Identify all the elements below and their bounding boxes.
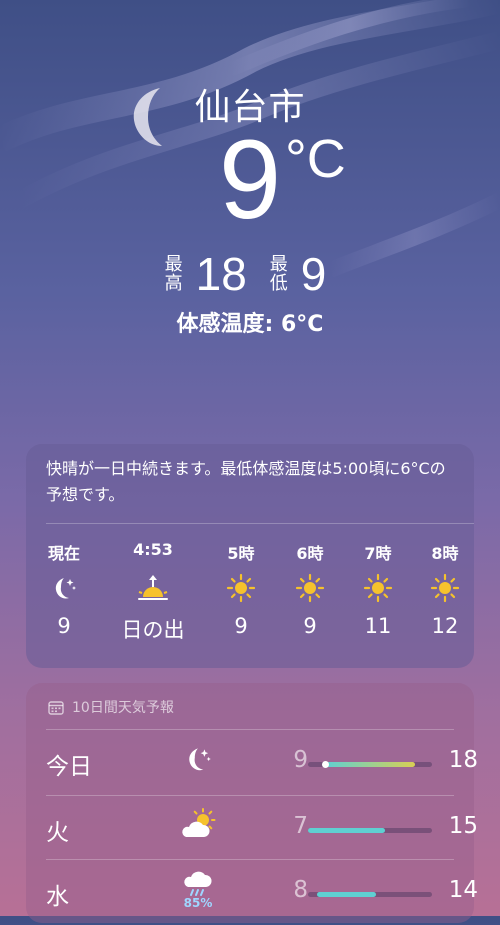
day-label: 火 [46,820,69,846]
ten-day-forecast-card[interactable]: 10日間天気予報 今日 9 18 火 7 15 水 85% 8 14 [26,683,478,925]
cloud-sun-icon [176,805,220,849]
forecast-summary: 快晴が一日中続きます。最低体感温度は5:00頃に6°Cの予想です。 [46,459,446,504]
forecast-header-label: 10日間天気予報 [72,700,174,716]
forecast-header: 10日間天気予報 [48,697,174,717]
forecast-row[interactable]: 水 85% 8 14 [46,861,478,925]
day-label: 今日 [46,754,92,780]
forecast-row[interactable]: 今日 9 18 [46,731,478,795]
precipitation-chance: 85% [183,896,213,910]
day-label: 水 [46,884,69,910]
high-temp: 15 [448,813,478,839]
temp-range-fill [316,892,377,897]
hour-item: 現在 9 [29,540,99,638]
high-temp: 18 [195,248,247,300]
sun-icon [343,568,413,608]
feels-like: 体感温度: 6°C [176,312,324,337]
cloud-rain-icon: 85% [176,869,220,913]
low-temp: 8 [293,877,308,903]
high-temp: 14 [448,877,478,903]
divider [46,795,454,796]
high-temp: 18 [448,747,478,773]
divider [46,523,474,524]
temp-range-bar [308,761,432,768]
sunrise-icon [118,568,188,608]
temperature-unit: °C [285,129,346,189]
hour-item: 8時 12 [410,540,480,638]
low-temp: 9 [293,747,308,773]
high-low: 最高 18 最低 9 [0,250,500,298]
low-label: 最低 [269,254,288,294]
temp-range-bar [308,828,432,833]
current-temperature: 9 °C [218,117,346,242]
hour-item: 5時 9 [206,540,276,638]
hour-item: 7時 11 [343,540,413,638]
divider [46,729,454,730]
current-temperature-block: 9 °C [0,124,500,236]
hour-item: 4:53 日の出 [118,540,188,644]
moon-stars-icon [176,739,220,783]
sun-icon [206,568,276,608]
sun-icon [275,568,345,608]
moon-stars-icon [29,568,99,608]
divider [46,859,454,860]
low-temp: 9 [300,248,327,300]
temp-range-fill [308,828,385,833]
high-label: 最高 [164,254,183,294]
low-temp: 7 [293,813,308,839]
calendar-icon [48,700,64,715]
hour-item: 6時 9 [275,540,345,638]
hourly-forecast-card[interactable]: 快晴が一日中続きます。最低体感温度は5:00頃に6°Cの予想です。 現在 9 4… [26,444,474,668]
forecast-row[interactable]: 火 7 15 [46,797,478,861]
temp-range-fill [325,762,415,767]
sun-icon [410,568,480,608]
temp-range-bar [308,892,432,897]
